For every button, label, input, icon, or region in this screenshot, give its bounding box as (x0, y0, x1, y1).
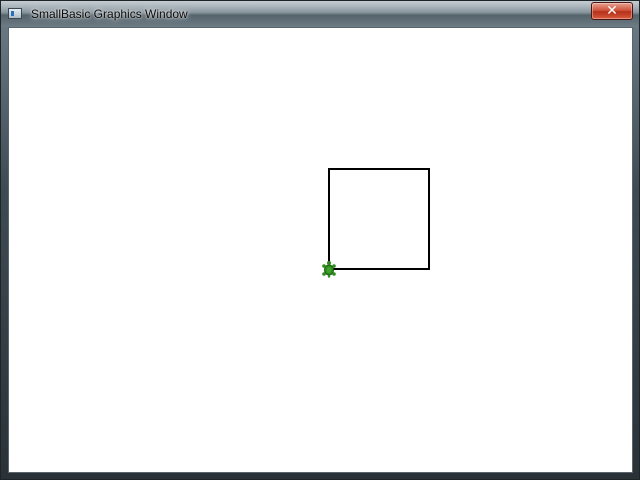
close-icon: ✕ (606, 3, 618, 19)
window-title: SmallBasic Graphics Window (31, 7, 188, 21)
turtle-icon (322, 261, 336, 278)
graphics-window: SmallBasic Graphics Window ✕ (0, 0, 640, 480)
drawing-canvas[interactable] (9, 28, 632, 472)
drawing-canvas-area[interactable] (8, 27, 633, 473)
close-button[interactable]: ✕ (591, 2, 633, 20)
window-app-icon[interactable] (8, 8, 22, 19)
drawn-square (328, 168, 430, 270)
title-bar[interactable]: SmallBasic Graphics Window ✕ (1, 1, 639, 27)
